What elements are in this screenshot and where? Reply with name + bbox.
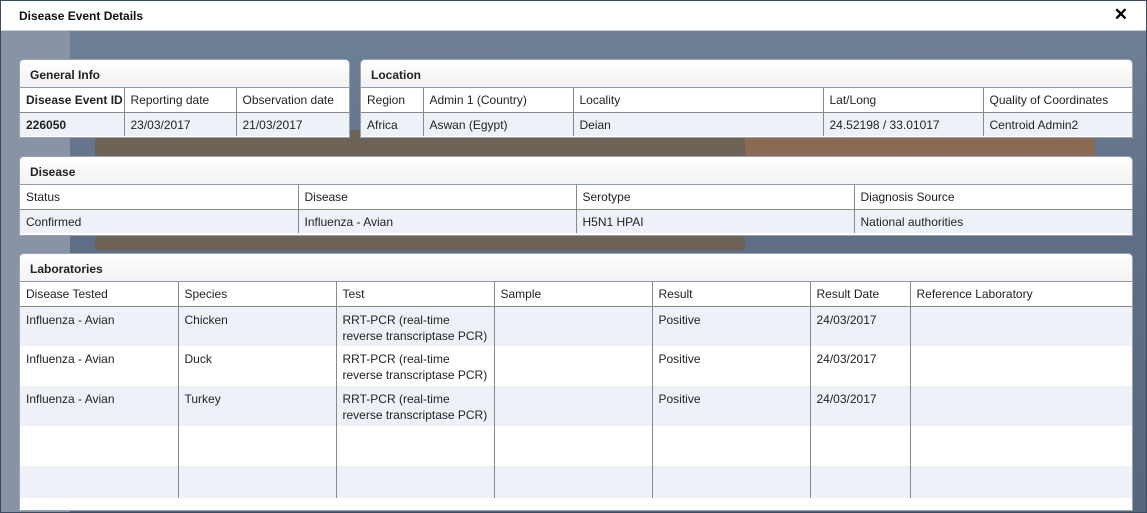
laboratories-header: Laboratories: [20, 254, 1132, 282]
table-cell: Chicken: [178, 306, 337, 346]
table-cell: RRT-PCR (real-time reverse transcriptase…: [336, 386, 495, 426]
column-header: Region: [361, 88, 424, 112]
column-header: Reference Laboratory: [916, 287, 1033, 301]
column-header: Quality of Coordinates: [989, 93, 1109, 107]
location-header: Location: [361, 60, 1132, 88]
column-header: Disease Tested: [20, 282, 179, 306]
table-cell: [652, 426, 811, 466]
table-cell: 23/03/2017: [124, 112, 237, 136]
table-cell: Influenza - Avian: [298, 209, 577, 233]
table-cell: [910, 346, 1132, 386]
column-header: Diagnosis Source: [860, 190, 955, 204]
event-id-cell: 226050: [20, 112, 125, 136]
close-icon[interactable]: ✕: [1114, 6, 1128, 24]
table-cell: Africa: [361, 112, 424, 136]
laboratories-panel: Laboratories Disease Tested Species Test…: [19, 253, 1133, 511]
column-header: Disease: [298, 185, 577, 209]
table-cell: Influenza - Avian: [20, 306, 179, 346]
table-cell: [652, 466, 811, 498]
table-cell: Deian: [573, 112, 824, 136]
table-cell: [178, 426, 337, 466]
table-cell: 24/03/2017: [810, 386, 911, 426]
table-cell: Confirmed: [20, 209, 299, 233]
column-header: Disease Event ID: [20, 88, 125, 112]
column-header: Sample: [494, 282, 653, 306]
table-cell: 24/03/2017: [810, 346, 911, 386]
table-row: Influenza - Avian Chicken RRT-PCR (real-…: [20, 306, 1132, 346]
table-cell: Influenza - Avian: [20, 346, 179, 386]
general-info-header: General Info: [20, 60, 349, 88]
table-cell: RRT-PCR (real-time reverse transcriptase…: [336, 306, 495, 346]
general-info-panel: General Info Disease Event ID Reporting …: [19, 59, 350, 138]
table-cell: H5N1 HPAI: [576, 209, 855, 233]
table-cell: Positive: [652, 346, 811, 386]
table-cell: [494, 306, 653, 346]
location-table: Region Admin 1 (Country) Locality Lat/Lo…: [361, 88, 1132, 136]
table-cell: Influenza - Avian: [20, 386, 179, 426]
table-cell: [910, 306, 1132, 346]
table-cell: Positive: [652, 386, 811, 426]
column-header: Species: [178, 282, 337, 306]
dialog-title: Disease Event Details: [19, 9, 144, 23]
general-info-table: Disease Event ID Reporting date Observat…: [20, 88, 349, 136]
column-header: Test: [336, 282, 495, 306]
table-cell: [494, 466, 653, 498]
disease-table: Status Disease Serotype Diagnosis Source…: [20, 185, 1132, 233]
table-row: Confirmed Influenza - Avian H5N1 HPAI Na…: [20, 209, 1132, 233]
table-cell: [20, 466, 179, 498]
table-cell: Duck: [178, 346, 337, 386]
table-cell: [910, 426, 1132, 466]
column-header: Result Date: [810, 282, 911, 306]
table-cell: Centroid Admin2: [989, 117, 1079, 132]
disease-panel: Disease Status Disease Serotype Diagnosi…: [19, 156, 1133, 236]
column-header: Admin 1 (Country): [423, 88, 574, 112]
table-row: Africa Aswan (Egypt) Deian 24.52198 / 33…: [361, 112, 1132, 136]
table-cell: 24/03/2017: [810, 306, 911, 346]
column-header: Status: [20, 185, 299, 209]
table-cell: Turkey: [178, 386, 337, 426]
table-cell: National authorities: [860, 214, 964, 229]
column-header: Serotype: [576, 185, 855, 209]
table-cell: [336, 426, 495, 466]
table-row: Influenza - Avian Duck RRT-PCR (real-tim…: [20, 346, 1132, 386]
column-header: Locality: [573, 88, 824, 112]
table-cell: [910, 466, 1132, 498]
table-cell: [910, 386, 1132, 426]
disease-header: Disease: [20, 157, 1132, 185]
table-cell: [810, 466, 911, 498]
table-cell: [178, 466, 337, 498]
table-cell: 21/03/2017: [242, 117, 303, 132]
location-panel: Location Region Admin 1 (Country) Locali…: [360, 59, 1133, 138]
table-cell: [336, 466, 495, 498]
table-cell: RRT-PCR (real-time reverse transcriptase…: [336, 346, 495, 386]
table-cell: Aswan (Egypt): [423, 112, 574, 136]
table-row: [20, 426, 1132, 466]
column-header: Lat/Long: [823, 88, 984, 112]
table-cell: [20, 426, 179, 466]
table-cell: [810, 426, 911, 466]
dialog-titlebar: Disease Event Details ✕: [1, 1, 1146, 31]
column-header: Observation date: [242, 93, 334, 107]
column-header: Result: [652, 282, 811, 306]
table-row: 226050 23/03/2017 21/03/2017: [20, 112, 349, 136]
table-cell: Positive: [652, 306, 811, 346]
table-cell: [494, 426, 653, 466]
table-cell: 24.52198 / 33.01017: [823, 112, 984, 136]
table-row: [20, 466, 1132, 498]
disease-event-dialog: Disease Event Details ✕ General Info Dis…: [0, 0, 1147, 513]
table-row: Influenza - Avian Turkey RRT-PCR (real-t…: [20, 386, 1132, 426]
table-cell: [494, 346, 653, 386]
column-header: Reporting date: [124, 88, 237, 112]
table-cell: [494, 386, 653, 426]
laboratories-table: Disease Tested Species Test Sample Resul…: [20, 282, 1132, 498]
